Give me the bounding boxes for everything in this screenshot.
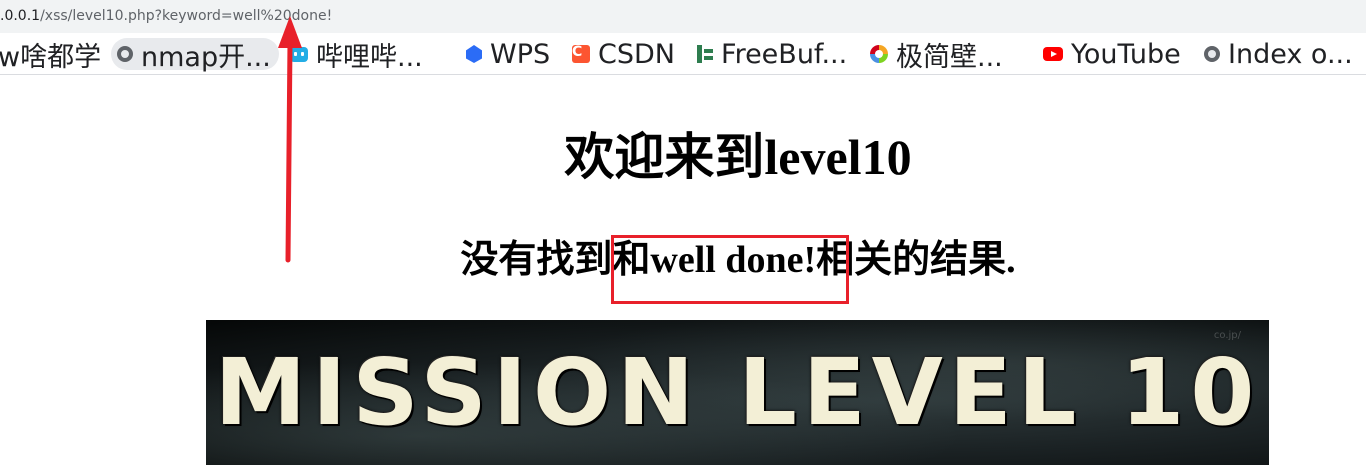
page-heading: 欢迎来到level10 [564, 129, 912, 185]
bookmark-freebuf[interactable]: FreeBuf... [697, 34, 847, 74]
bookmark-shadudu[interactable]: w啥都学 [0, 34, 101, 74]
bookmark-label: w啥都学 [0, 41, 102, 73]
csdn-icon: C [572, 45, 590, 63]
bookmark-index[interactable]: Index o... [1204, 34, 1353, 74]
banner-watermark: co.jp/ [1213, 330, 1241, 341]
address-bar[interactable]: .0.0.1/xss/level10.php?keyword=well%20do… [0, 0, 1366, 33]
bookmark-label: 哔哩哔... [316, 41, 423, 73]
bookmark-label: nmap开... [141, 41, 271, 73]
globe-icon [117, 46, 133, 62]
wps-icon [466, 45, 482, 63]
bookmark-jijian[interactable]: 极简壁... [870, 34, 1003, 74]
bookmark-label: YouTube [1071, 38, 1181, 70]
arrow-shaft [285, 39, 293, 263]
freebuf-icon [697, 45, 713, 63]
url-host: .0.0.1 [0, 8, 41, 24]
bookmark-wps[interactable]: WPS [466, 34, 550, 74]
youtube-icon [1043, 47, 1063, 61]
bookmark-nmap[interactable]: nmap开... [111, 38, 279, 73]
jijian-icon [870, 45, 888, 63]
red-arrow-annotation [278, 16, 302, 263]
bookmark-youtube[interactable]: YouTube [1043, 34, 1181, 74]
bookmark-label: Index o... [1228, 38, 1353, 70]
bookmarks-bar: w啥都学 nmap开... 哔哩哔... WPS C CSDN FreeBuf.… [0, 34, 1366, 75]
bookmark-label: 极简壁... [896, 41, 1003, 73]
keyword-highlight-box [611, 235, 849, 304]
banner-title: MISSION LEVEL 10 [214, 339, 1261, 446]
bookmark-label: FreeBuf... [721, 38, 848, 70]
bookmark-csdn[interactable]: C CSDN [572, 34, 675, 74]
arrow-head [278, 16, 302, 48]
globe-icon [1204, 46, 1220, 62]
bookmark-label: CSDN [598, 38, 675, 70]
mission-banner-image: MISSION LEVEL 10 co.jp/ [206, 320, 1269, 465]
bookmark-label: WPS [490, 38, 551, 70]
